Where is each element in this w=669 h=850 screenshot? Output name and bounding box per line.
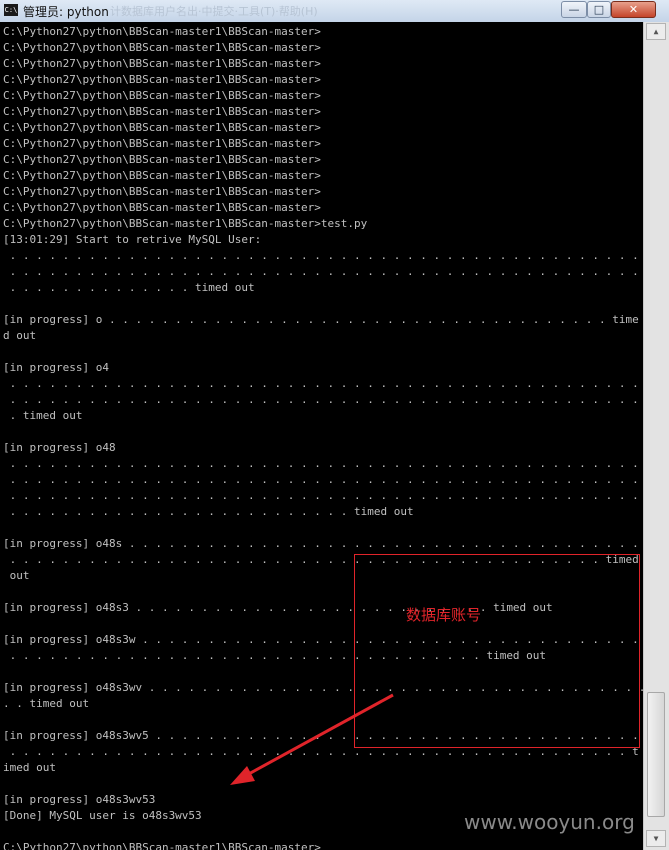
console-line: . . . . . . . . . . . . . . . . . . . . … xyxy=(3,377,643,390)
console-line: . . . . . . . . . . . . . . . . . . . . … xyxy=(3,393,643,406)
console-line: C:\Python27\python\BBScan-master1\BBScan… xyxy=(3,201,321,214)
console-line: C:\Python27\python\BBScan-master1\BBScan… xyxy=(3,41,321,54)
console-line: C:\Python27\python\BBScan-master1\BBScan… xyxy=(3,841,321,850)
console-line: C:\Python27\python\BBScan-master1\BBScan… xyxy=(3,153,321,166)
console-line: imed out xyxy=(3,761,56,774)
maximize-button[interactable]: □ xyxy=(587,1,611,18)
console-line: C:\Python27\python\BBScan-master1\BBScan… xyxy=(3,57,321,70)
annotation-label: 数据库账号 xyxy=(406,606,482,624)
scroll-down-arrow-icon[interactable]: ▼ xyxy=(646,830,666,847)
console-line: [13:01:29] Start to retrive MySQL User: xyxy=(3,233,262,246)
console-line: . . . . . . . . . . . . . . . . . . . . … xyxy=(3,265,643,278)
console-line: C:\Python27\python\BBScan-master1\BBScan… xyxy=(3,25,321,38)
console-window: C:\ 管理员: python 计数据库用户名出·中提交·工具(T)·帮助(H)… xyxy=(0,0,669,850)
close-button[interactable]: ✕ xyxy=(611,1,656,18)
console-line: [in progress] o4 xyxy=(3,361,109,374)
watermark: www.wooyun.org xyxy=(464,810,635,834)
vertical-scrollbar[interactable]: ▲ ▼ xyxy=(643,22,669,850)
background-window-title: 计数据库用户名出·中提交·工具(T)·帮助(H) xyxy=(110,5,318,18)
console-line: . . . . . . . . . . . . . . timed out xyxy=(3,281,255,294)
console-line: C:\Python27\python\BBScan-master1\BBScan… xyxy=(3,169,321,182)
console-line: . . . . . . . . . . . . . . . . . . . . … xyxy=(3,489,643,502)
console-line: . . . . . . . . . . . . . . . . . . . . … xyxy=(3,249,643,262)
cmd-icon[interactable]: C:\ xyxy=(4,4,18,16)
console-line: . timed out xyxy=(3,409,83,422)
console-line: . . . . . . . . . . . . . . . . . . . . … xyxy=(3,473,643,486)
minimize-button[interactable]: — xyxy=(561,1,587,18)
scroll-thumb[interactable] xyxy=(647,692,665,817)
console-line: C:\Python27\python\BBScan-master1\BBScan… xyxy=(3,73,321,86)
console-line: C:\Python27\python\BBScan-master1\BBScan… xyxy=(3,105,321,118)
console-line: [in progress] o48s . . . . . . . . . . .… xyxy=(3,537,643,550)
scroll-up-arrow-icon[interactable]: ▲ xyxy=(646,23,666,40)
console-line: C:\Python27\python\BBScan-master1\BBScan… xyxy=(3,89,321,102)
highlight-box xyxy=(354,554,640,748)
console-line: . . . . . . . . . . . . . . . . . . . . … xyxy=(3,505,414,518)
console-line: [in progress] o . . . . . . . . . . . . … xyxy=(3,313,639,326)
console-line: d out xyxy=(3,329,37,342)
console-line: C:\Python27\python\BBScan-master1\BBScan… xyxy=(3,185,321,198)
console-line: C:\Python27\python\BBScan-master1\BBScan… xyxy=(3,217,368,230)
console-line: . . . . . . . . . . . . . . . . . . . . … xyxy=(3,457,643,470)
window-title: 管理员: python xyxy=(23,5,109,19)
title-bar[interactable]: C:\ 管理员: python 计数据库用户名出·中提交·工具(T)·帮助(H)… xyxy=(0,0,669,23)
console-line: [in progress] o48s3wv53 xyxy=(3,793,156,806)
console-line: [in progress] o48 xyxy=(3,441,116,454)
console-line: C:\Python27\python\BBScan-master1\BBScan… xyxy=(3,137,321,150)
console-line: C:\Python27\python\BBScan-master1\BBScan… xyxy=(3,121,321,134)
